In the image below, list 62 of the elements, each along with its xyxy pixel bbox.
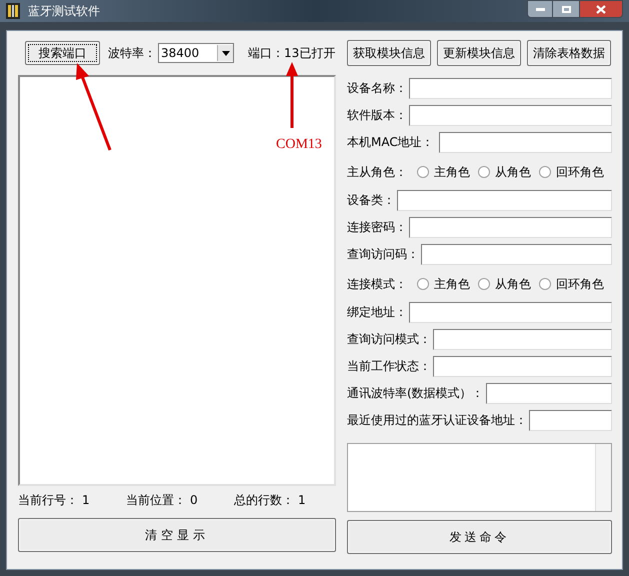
radio-label: 回环角色 [556,276,604,292]
field-label: 设备名称： [347,82,407,95]
port-status: 端口：13已打开 [248,45,336,62]
toolbar-button[interactable]: 清除表格数据 [527,40,611,66]
arrow [286,62,298,128]
field-label: 绑定地址： [347,306,407,319]
close-button[interactable] [579,0,623,18]
text-field[interactable] [529,410,612,431]
command-text-area[interactable] [347,443,612,512]
radio-label: 从角色 [495,164,531,180]
send-command-button[interactable]: 发送命令 [347,520,612,554]
baud-label: 波特率： [108,45,156,62]
text-field[interactable] [397,190,612,211]
field-label: 连接密码： [347,221,407,234]
maximize-button[interactable] [553,0,579,18]
field-label: 查询访问模式： [347,333,431,346]
text-field[interactable] [433,329,612,350]
radio-button[interactable] [539,166,551,178]
status-label: 总的行数： [234,492,294,509]
annotation-text: COM13 [276,136,322,154]
toolbar-button[interactable]: 更新模块信息 [437,40,521,66]
field-label: 通讯波特率(数据模式）： [347,387,484,400]
app-icon [6,3,20,19]
window-title: 蓝牙测试软件 [28,3,100,20]
radio-label: 从角色 [495,276,531,292]
text-field[interactable] [486,383,612,404]
radio-label: 主角色 [434,276,470,292]
text-field[interactable] [409,302,612,323]
field-label: 设备类： [347,194,395,207]
status-value: 0 [190,492,198,509]
radio-button[interactable] [478,278,490,290]
text-field[interactable] [409,217,612,238]
close-icon [596,4,606,14]
radio-label: 主角色 [434,164,470,180]
status-label: 当前位置： [126,492,186,509]
text-field[interactable] [433,356,612,377]
baud-dropdown[interactable]: 38400 [158,43,234,63]
caret-icon [222,50,230,56]
status-value: 1 [298,492,306,509]
text-field[interactable] [409,78,612,99]
search-port-button[interactable]: 搜索端口 [25,41,100,65]
radio-button[interactable] [478,166,490,178]
radio-button[interactable] [417,166,429,178]
field-label: 查询访问码： [347,248,419,261]
radio-label: 回环角色 [556,164,604,180]
field-label: 最近使用过的蓝牙认证设备地址： [347,414,527,427]
radio-button[interactable] [539,278,551,290]
minimize-button[interactable] [527,0,553,18]
status-label: 当前行号： [18,492,78,509]
status-value: 1 [82,492,90,509]
text-field[interactable] [439,132,612,153]
radio-group-label: 主从角色： [347,164,408,180]
clear-display-button[interactable]: 清空显示 [18,518,336,552]
field-label: 软件版本： [347,109,407,122]
radio-button[interactable] [417,278,429,290]
field-label: 当前工作状态： [347,360,431,373]
toolbar-button[interactable]: 获取模块信息 [347,40,431,66]
text-field[interactable] [409,105,612,126]
text-field[interactable] [421,244,612,265]
scroll-bar [595,444,611,511]
field-label: 本机MAC地址： [347,136,435,149]
radio-group-label: 连接模式： [347,276,408,292]
